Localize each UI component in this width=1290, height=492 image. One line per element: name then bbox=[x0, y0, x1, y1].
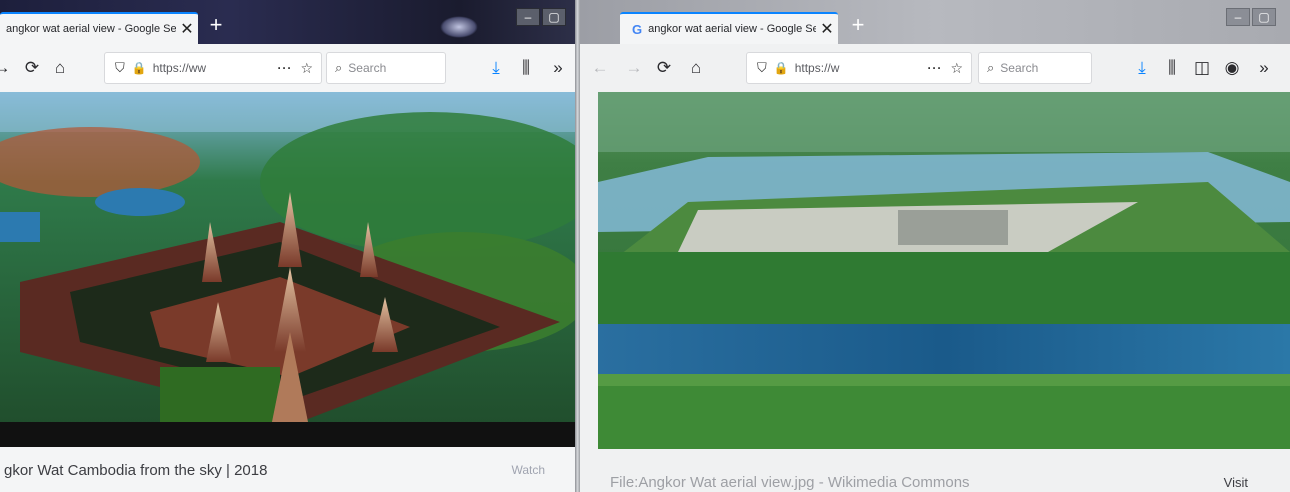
new-tab-icon[interactable]: + bbox=[846, 14, 870, 38]
left-url-text: https://ww bbox=[152, 61, 207, 75]
download-icon[interactable]: ⤓ bbox=[484, 56, 508, 80]
shield-icon: ⛉ bbox=[757, 60, 767, 75]
sidebar-icon[interactable]: ◫ bbox=[1190, 56, 1214, 80]
home-icon[interactable]: ⌂ bbox=[684, 56, 708, 80]
left-window-controls: – ▢ bbox=[516, 8, 566, 26]
right-active-tab[interactable]: G angkor wat aerial view - Google Search… bbox=[620, 12, 838, 44]
overflow-icon[interactable]: » bbox=[546, 56, 570, 80]
left-caption-text: gkor Wat Cambodia from the sky | 2018 bbox=[4, 461, 268, 479]
photo-of-two-monitors: angkor wat aerial view - Google Search ✕… bbox=[0, 0, 1290, 492]
watch-link[interactable]: Watch bbox=[511, 463, 545, 477]
left-image-angkor-temple[interactable] bbox=[0, 92, 575, 447]
right-result-caption[interactable]: File:Angkor Wat aerial view.jpg - Wikime… bbox=[610, 460, 1270, 492]
angkor-temple-aerial-photo bbox=[0, 92, 575, 447]
right-caption-text: File:Angkor Wat aerial view.jpg - Wikime… bbox=[610, 473, 970, 491]
left-tabstrip: angkor wat aerial view - Google Search ✕… bbox=[0, 0, 575, 44]
back-icon[interactable]: ← bbox=[588, 56, 612, 80]
right-tabstrip: G angkor wat aerial view - Google Search… bbox=[580, 0, 1290, 44]
right-image-angkor-moat[interactable] bbox=[598, 92, 1290, 449]
right-navbar: ← → ⟳ ⌂ ⛉ 🔒 https://w ··· ☆ ⌕ Search ⤓ ⫼… bbox=[580, 44, 1290, 92]
left-active-tab[interactable]: angkor wat aerial view - Google Search ✕ bbox=[0, 12, 198, 44]
camera-flare bbox=[440, 16, 478, 38]
lock-icon: 🔒 bbox=[773, 61, 789, 75]
right-window-controls: – ▢ bbox=[1226, 8, 1276, 26]
more-icon[interactable]: ··· bbox=[927, 61, 942, 75]
left-result-caption[interactable]: gkor Wat Cambodia from the sky | 2018 Wa… bbox=[0, 448, 575, 492]
star-icon[interactable]: ☆ bbox=[300, 60, 313, 77]
left-navbar: → ⟳ ⌂ ⛉ 🔒 https://ww ··· ☆ ⌕ Search ⤓ ⫼ … bbox=[0, 44, 575, 92]
left-browser-window: angkor wat aerial view - Google Search ✕… bbox=[0, 0, 575, 492]
lock-icon: 🔒 bbox=[131, 61, 147, 75]
reload-icon[interactable]: ⟳ bbox=[20, 56, 44, 80]
maximize-icon[interactable]: ▢ bbox=[1252, 8, 1276, 26]
close-icon[interactable]: ✕ bbox=[816, 19, 838, 39]
shield-icon: ⛉ bbox=[115, 60, 125, 75]
close-icon[interactable]: ✕ bbox=[176, 19, 198, 39]
left-tab-title: angkor wat aerial view - Google Search bbox=[6, 23, 176, 35]
home-icon[interactable]: ⌂ bbox=[48, 56, 72, 80]
angkor-moat-aerial-photo bbox=[598, 92, 1290, 449]
library-icon[interactable]: ⫼ bbox=[514, 56, 538, 80]
maximize-icon[interactable]: ▢ bbox=[542, 8, 566, 26]
reload-icon[interactable]: ⟳ bbox=[652, 56, 676, 80]
search-icon: ⌕ bbox=[335, 60, 343, 75]
right-url-bar[interactable]: ⛉ 🔒 https://w ··· ☆ bbox=[746, 52, 972, 84]
right-browser-window: G angkor wat aerial view - Google Search… bbox=[580, 0, 1290, 492]
library-icon[interactable]: ⫼ bbox=[1160, 56, 1184, 80]
account-icon[interactable]: ◉ bbox=[1220, 56, 1244, 80]
google-icon: G bbox=[632, 21, 643, 37]
right-tab-title: angkor wat aerial view - Google Search bbox=[648, 23, 816, 35]
search-icon: ⌕ bbox=[987, 60, 995, 75]
right-search-bar[interactable]: ⌕ Search bbox=[978, 52, 1092, 84]
forward-icon[interactable]: → bbox=[0, 56, 14, 80]
minimize-icon[interactable]: – bbox=[516, 8, 540, 26]
new-tab-icon[interactable]: + bbox=[204, 14, 228, 38]
left-url-bar[interactable]: ⛉ 🔒 https://ww ··· ☆ bbox=[104, 52, 322, 84]
star-icon[interactable]: ☆ bbox=[950, 60, 963, 77]
overflow-icon[interactable]: » bbox=[1252, 56, 1276, 80]
right-search-placeholder: Search bbox=[1000, 61, 1039, 75]
minimize-icon[interactable]: – bbox=[1226, 8, 1250, 26]
visit-button[interactable]: Visit bbox=[1224, 475, 1248, 490]
left-search-placeholder: Search bbox=[348, 61, 387, 75]
download-icon[interactable]: ⤓ bbox=[1130, 56, 1154, 80]
right-url-text: https://w bbox=[794, 61, 840, 75]
more-icon[interactable]: ··· bbox=[277, 61, 292, 75]
left-search-bar[interactable]: ⌕ Search bbox=[326, 52, 446, 84]
forward-icon[interactable]: → bbox=[622, 56, 646, 80]
